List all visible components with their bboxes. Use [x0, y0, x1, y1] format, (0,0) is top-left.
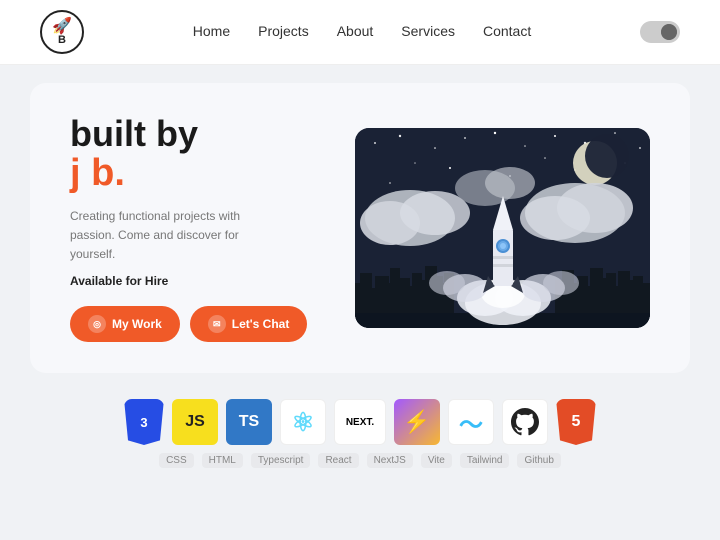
label-vite: Vite — [421, 453, 452, 468]
label-css: CSS — [159, 453, 194, 468]
ts-icon: TS — [226, 399, 272, 445]
hero-title-built: built by — [70, 114, 315, 154]
css-icon: 3 — [124, 399, 164, 445]
label-github: Github — [517, 453, 560, 468]
nextjs-icon: NEXT. — [334, 399, 386, 445]
react-icon: ⚛ — [280, 399, 326, 445]
label-typescript: Typescript — [251, 453, 311, 468]
lets-chat-button[interactable]: ✉ Let's Chat — [190, 306, 308, 342]
hero-buttons: ◎ My Work ✉ Let's Chat — [70, 306, 315, 342]
logo[interactable]: 🚀 B — [40, 10, 84, 54]
vite-icon: ⚡ — [394, 399, 440, 445]
tailwind-icon: 〜 — [448, 399, 494, 445]
nav-about[interactable]: About — [337, 23, 374, 39]
nav-links: Home Projects About Services Contact — [193, 23, 531, 41]
tech-labels: CSS HTML Typescript React NextJS Vite Ta… — [159, 453, 561, 468]
hero-availability: Available for Hire — [70, 274, 315, 288]
chat-icon: ✉ — [208, 315, 226, 333]
html5-icon: 5 — [556, 399, 596, 445]
label-html: HTML — [202, 453, 243, 468]
hero-section: built by j b. Creating functional projec… — [30, 83, 690, 373]
label-nextjs: NextJS — [367, 453, 413, 468]
tech-section: 3 JS TS ⚛ NEXT. ⚡ 〜 5 CSS HTML Typescrip… — [0, 391, 720, 468]
label-tailwind: Tailwind — [460, 453, 510, 468]
nav-projects[interactable]: Projects — [258, 23, 309, 39]
hero-title-jb: j b. — [70, 153, 315, 195]
js-icon: JS — [172, 399, 218, 445]
nav-home[interactable]: Home — [193, 23, 230, 39]
hero-description: Creating functional projects with passio… — [70, 207, 270, 265]
nav-contact[interactable]: Contact — [483, 23, 531, 39]
work-icon: ◎ — [88, 315, 106, 333]
github-icon — [502, 399, 548, 445]
navbar: 🚀 B Home Projects About Services Contact — [0, 0, 720, 65]
nav-services[interactable]: Services — [401, 23, 455, 39]
tech-icons: 3 JS TS ⚛ NEXT. ⚡ 〜 5 — [124, 399, 596, 445]
hero-rocket-image — [355, 128, 650, 328]
dark-mode-toggle[interactable] — [640, 21, 680, 43]
hero-text: built by j b. Creating functional projec… — [70, 114, 315, 343]
my-work-button[interactable]: ◎ My Work — [70, 306, 180, 342]
label-react: React — [318, 453, 358, 468]
